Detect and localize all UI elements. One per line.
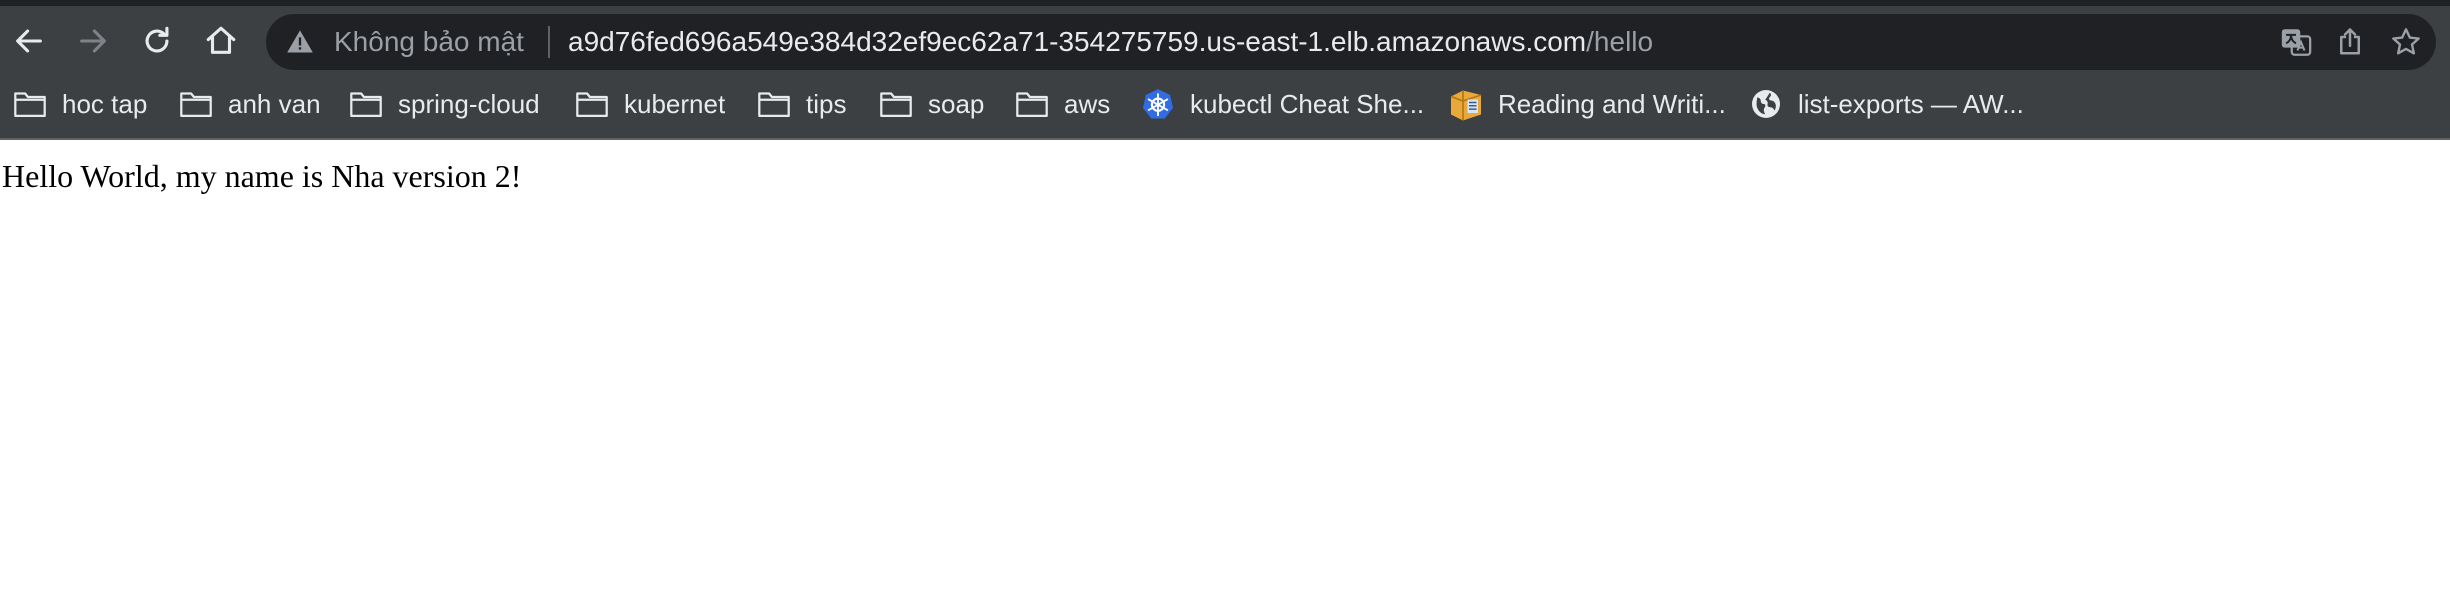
bookmark-label: kubectl Cheat She... <box>1190 88 1425 119</box>
security-status-label[interactable]: Không bảo mật <box>334 14 524 70</box>
bookmarks-bar: hoc tap anh van spring-cloud kubernet ti… <box>0 80 2450 128</box>
url-host: a9d76fed696a549e384d32ef9ec62a71-3542757… <box>568 26 1587 57</box>
bookmark-label: list-exports — AW... <box>1798 88 2024 119</box>
globe-icon <box>1748 86 1784 122</box>
bookmark-label: Reading and Writi... <box>1498 88 1726 119</box>
folder-icon <box>574 86 610 122</box>
bookmark-folder-anh-van[interactable]: anh van <box>178 80 321 128</box>
warning-icon[interactable] <box>286 28 314 56</box>
bookmark-label: anh van <box>228 88 321 119</box>
reload-button[interactable] <box>132 16 182 66</box>
arrow-left-icon <box>16 29 42 53</box>
home-icon <box>206 26 236 54</box>
address-divider <box>548 26 550 58</box>
folder-icon <box>756 86 792 122</box>
arrow-right-icon <box>80 29 106 53</box>
home-button[interactable] <box>196 16 246 66</box>
share-button[interactable] <box>2330 22 2370 62</box>
address-bar[interactable]: Không bảo mật a9d76fed696a549e384d32ef9e… <box>266 14 2436 70</box>
bookmark-folder-spring-cloud[interactable]: spring-cloud <box>348 80 540 128</box>
bookmark-folder-kubernet[interactable]: kubernet <box>574 80 725 128</box>
page-content: Hello World, my name is Nha version 2! <box>0 140 2450 612</box>
browser-toolbar: Không bảo mật a9d76fed696a549e384d32ef9e… <box>0 6 2450 76</box>
url-path: /hello <box>1586 26 1654 57</box>
bookmark-folder-hoc-tap[interactable]: hoc tap <box>12 80 147 128</box>
bookmark-label: tips <box>806 88 847 119</box>
translate-button[interactable] <box>2276 22 2316 62</box>
browser-chrome: Không bảo mật a9d76fed696a549e384d32ef9e… <box>0 0 2450 140</box>
bookmark-kubectl-cheat-sheet[interactable]: kubectl Cheat She... <box>1140 80 1424 128</box>
forward-button[interactable] <box>68 16 118 66</box>
bookmark-star-button[interactable] <box>2386 22 2426 62</box>
folder-icon <box>348 86 384 122</box>
kubernetes-icon <box>1140 86 1176 122</box>
reload-icon <box>145 26 169 53</box>
bookmark-list-exports[interactable]: list-exports — AW... <box>1748 80 2024 128</box>
bookmark-label: hoc tap <box>62 88 148 119</box>
star-icon <box>2392 28 2420 55</box>
bookmark-folder-tips[interactable]: tips <box>756 80 846 128</box>
bookmark-label: kubernet <box>624 88 726 119</box>
folder-icon <box>178 86 214 122</box>
page-body-text: Hello World, my name is Nha version 2! <box>2 158 522 194</box>
folder-icon <box>1014 86 1050 122</box>
url-text[interactable]: a9d76fed696a549e384d32ef9ec62a71-3542757… <box>568 14 1653 70</box>
bookmark-reading-and-writing[interactable]: Reading and Writi... <box>1448 80 1726 128</box>
package-icon <box>1448 86 1484 122</box>
folder-icon <box>878 86 914 122</box>
bookmark-label: aws <box>1064 88 1111 119</box>
bookmark-folder-aws[interactable]: aws <box>1014 80 1110 128</box>
back-button[interactable] <box>4 16 54 66</box>
folder-icon <box>12 86 48 122</box>
share-icon <box>2340 28 2360 55</box>
bookmark-label: soap <box>928 88 985 119</box>
translate-icon <box>2281 29 2312 56</box>
bookmark-label: spring-cloud <box>398 88 540 119</box>
bookmark-folder-soap[interactable]: soap <box>878 80 984 128</box>
